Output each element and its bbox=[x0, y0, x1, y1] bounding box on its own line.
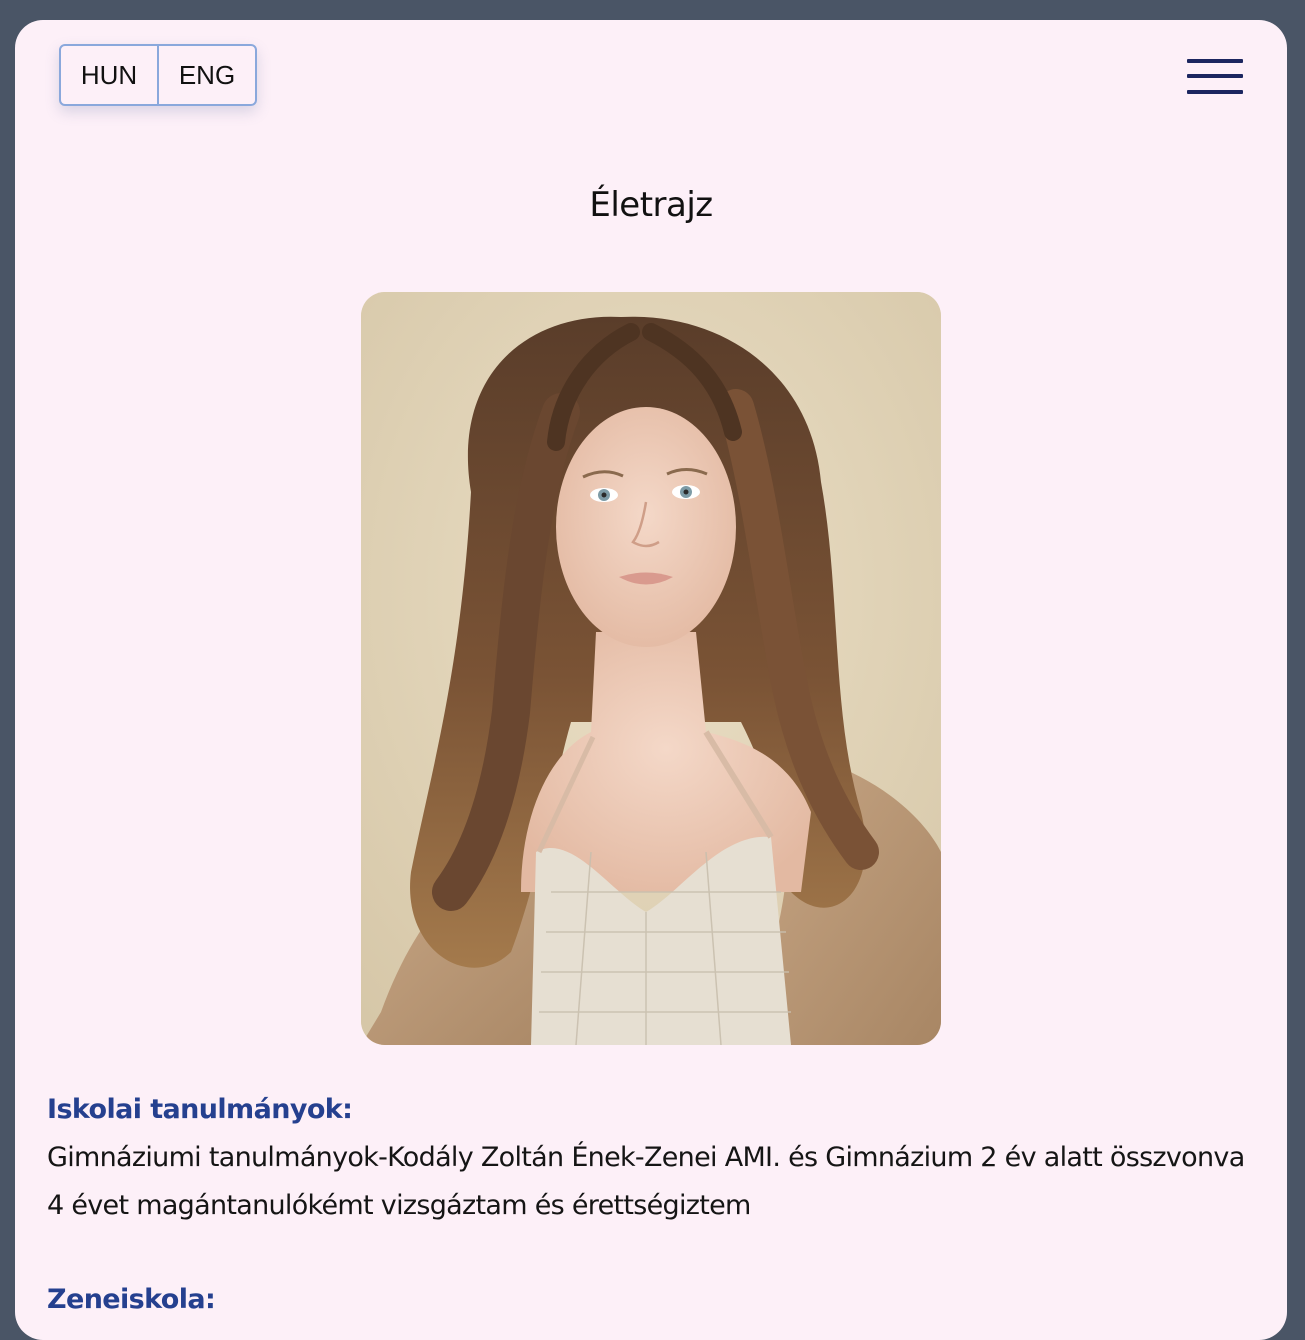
hamburger-menu-icon[interactable] bbox=[1183, 56, 1243, 100]
portrait-image bbox=[361, 292, 941, 1045]
language-hun-button[interactable]: HUN bbox=[61, 46, 157, 104]
menu-bar bbox=[1187, 90, 1243, 94]
language-eng-button[interactable]: ENG bbox=[157, 46, 255, 104]
section-school-studies: Iskolai tanulmányok: Gimnáziumi tanulmán… bbox=[47, 1090, 1247, 1230]
section-body: Gimnáziumi tanulmányok-Kodály Zoltán Éne… bbox=[47, 1142, 1245, 1221]
menu-bar bbox=[1187, 74, 1243, 78]
section-heading: Iskolai tanulmányok: bbox=[47, 1094, 353, 1125]
section-heading: Zeneiskola: bbox=[47, 1284, 216, 1315]
menu-bar bbox=[1187, 59, 1243, 63]
language-switch: HUN ENG bbox=[59, 44, 257, 106]
page-card: HUN ENG Életrajz Iskolai tanulmányok: Gi… bbox=[15, 20, 1287, 1340]
page-title: Életrajz bbox=[589, 185, 713, 225]
section-music-school: Zeneiskola: bbox=[47, 1280, 1247, 1320]
portrait-illustration bbox=[361, 292, 941, 1045]
